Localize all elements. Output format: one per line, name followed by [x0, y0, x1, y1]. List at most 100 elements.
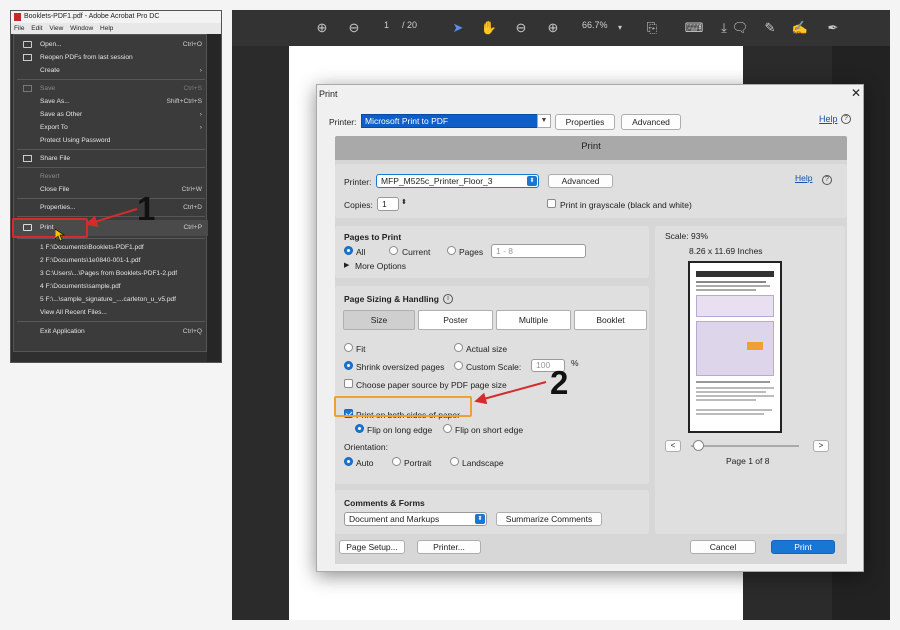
- print-dialog: Print ✕ Printer: Microsoft Print to PDF …: [316, 84, 864, 572]
- orientation-portrait-radio[interactable]: [392, 457, 401, 466]
- menu-item-shortcut: Ctrl+Q: [182, 328, 202, 335]
- chevron-down-icon[interactable]: ▼: [537, 114, 551, 128]
- printer-button[interactable]: Printer...: [417, 540, 481, 554]
- menu-item-create[interactable]: Create ›: [14, 64, 208, 77]
- paper-source-checkbox[interactable]: [344, 379, 353, 388]
- tab-booklet[interactable]: Booklet: [574, 310, 647, 330]
- inner-help-link[interactable]: Help: [795, 173, 812, 183]
- menu-help[interactable]: Help: [100, 25, 113, 32]
- menu-divider: [17, 321, 205, 322]
- actual-size-radio[interactable]: [454, 343, 463, 352]
- pages-radio[interactable]: [447, 246, 456, 255]
- draw-icon[interactable]: ✍: [790, 18, 810, 38]
- recent-file-3[interactable]: 3 C:\Users\...\Pages from Booklets-PDF1-…: [14, 267, 208, 280]
- highlight-pen-icon[interactable]: ✎: [760, 18, 780, 38]
- flip-long-edge-radio[interactable]: [355, 424, 364, 433]
- stepper-icon[interactable]: ⬍: [401, 198, 407, 206]
- keyboard-icon[interactable]: ⌨: [684, 18, 704, 38]
- cancel-button[interactable]: Cancel: [690, 540, 756, 554]
- copies-input[interactable]: 1: [377, 197, 399, 211]
- menu-item-export-to[interactable]: Export To ›: [14, 121, 208, 134]
- next-page-button[interactable]: >: [813, 440, 829, 452]
- inner-help-icon[interactable]: ?: [822, 175, 832, 185]
- inner-advanced-button[interactable]: Advanced: [548, 174, 613, 188]
- recent-file-2[interactable]: 2 F:\Documents\1e0840-001-1.pdf: [14, 254, 208, 267]
- select-cursor-icon[interactable]: ➤: [450, 18, 466, 38]
- inner-printer-select[interactable]: MFP_M525c_Printer_Floor_3 ⬍: [376, 174, 539, 188]
- menu-item-protect[interactable]: Protect Using Password: [14, 134, 208, 147]
- info-icon[interactable]: i: [443, 294, 453, 304]
- help-link[interactable]: Help: [819, 114, 838, 124]
- menu-item-reopen[interactable]: Reopen PDFs from last session: [14, 51, 208, 64]
- menu-item-save-as-other[interactable]: Save as Other ›: [14, 108, 208, 121]
- properties-button[interactable]: Properties: [555, 114, 615, 130]
- page-slider-track[interactable]: [691, 445, 799, 447]
- menu-item-label: Share File: [40, 155, 71, 162]
- zoom-in-icon[interactable]: ⊕: [544, 18, 562, 38]
- current-page-radio[interactable]: [389, 246, 398, 255]
- current-label: Current: [402, 247, 431, 257]
- prev-page-button[interactable]: <: [665, 440, 681, 452]
- shrink-radio[interactable]: [344, 361, 353, 370]
- close-icon[interactable]: ✕: [849, 86, 863, 100]
- comments-select[interactable]: Document and Markups ⬍: [344, 512, 487, 526]
- menu-item-save[interactable]: Save Ctrl+S: [14, 82, 208, 95]
- expand-triangle-icon[interactable]: ▶: [344, 261, 349, 269]
- menu-item-view-all-recent[interactable]: View All Recent Files...: [14, 306, 208, 319]
- comment-icon[interactable]: 🗨: [730, 18, 750, 38]
- custom-scale-radio[interactable]: [454, 361, 463, 370]
- sign-icon[interactable]: ✒: [822, 18, 844, 38]
- menu-file[interactable]: File: [14, 25, 24, 32]
- page-fit-icon[interactable]: ⎘: [642, 18, 662, 38]
- zoom-dropdown-icon[interactable]: ▾: [614, 18, 626, 38]
- page-range-input[interactable]: 1 - 8: [491, 244, 586, 258]
- menu-item-share-file[interactable]: Share File: [14, 152, 208, 165]
- fit-radio[interactable]: [344, 343, 353, 352]
- submenu-arrow-icon: ›: [199, 111, 202, 118]
- flip-long-label: Flip on long edge: [367, 425, 433, 435]
- all-pages-radio[interactable]: [344, 246, 353, 255]
- menu-view[interactable]: View: [49, 25, 63, 32]
- orientation-landscape-radio[interactable]: [450, 457, 459, 466]
- fit-label: Fit: [356, 344, 366, 354]
- page-preview-thumbnail: [688, 261, 782, 433]
- tab-poster[interactable]: Poster: [418, 310, 493, 330]
- tab-multiple[interactable]: Multiple: [496, 310, 571, 330]
- flip-short-edge-radio[interactable]: [443, 424, 452, 433]
- page-slider-handle[interactable]: [693, 440, 704, 451]
- page-number-input[interactable]: 1: [384, 20, 389, 30]
- window-title: Booklets-PDF1.pdf - Adobe Acrobat Pro DC: [24, 13, 160, 20]
- recent-file-4[interactable]: 4 F:\Documents\sample.pdf: [14, 280, 208, 293]
- printer-select[interactable]: Microsoft Print to PDF: [361, 114, 551, 128]
- help-icon[interactable]: ?: [841, 114, 851, 124]
- menu-edit[interactable]: Edit: [31, 25, 42, 32]
- menu-item-save-as[interactable]: Save As... Shift+Ctrl+S: [14, 95, 208, 108]
- shrink-label: Shrink oversized pages: [356, 362, 445, 372]
- hand-tool-icon[interactable]: ✋: [480, 18, 498, 38]
- inner-printer-value: MFP_M525c_Printer_Floor_3: [381, 176, 493, 186]
- zoom-level[interactable]: 66.7%: [582, 20, 608, 30]
- menu-window[interactable]: Window: [70, 25, 93, 32]
- print-button[interactable]: Print: [771, 540, 835, 554]
- orientation-auto-radio[interactable]: [344, 457, 353, 466]
- preview-text-line: [696, 289, 756, 291]
- page-down-icon[interactable]: ⊖: [344, 18, 364, 38]
- menu-item-revert[interactable]: Revert: [14, 170, 208, 183]
- menu-item-label: Save As...: [40, 98, 70, 105]
- menu-item-open[interactable]: Open... Ctrl+O: [14, 38, 208, 51]
- menu-item-label: 2 F:\Documents\1e0840-001-1.pdf: [40, 257, 141, 264]
- zoom-out-icon[interactable]: ⊖: [512, 18, 530, 38]
- preview-arrow-shape: [747, 342, 763, 350]
- summarize-comments-button[interactable]: Summarize Comments: [496, 512, 602, 526]
- page-setup-button[interactable]: Page Setup...: [339, 540, 405, 554]
- grayscale-checkbox[interactable]: [547, 199, 556, 208]
- menu-item-exit[interactable]: Exit Application Ctrl+Q: [14, 325, 208, 338]
- tab-size[interactable]: Size: [343, 310, 415, 330]
- auto-label: Auto: [356, 458, 374, 468]
- page-up-icon[interactable]: ⊕: [312, 18, 332, 38]
- advanced-button[interactable]: Advanced: [621, 114, 681, 130]
- recent-file-5[interactable]: 5 F:\...\sample_signature_....carleton_u…: [14, 293, 208, 306]
- custom-scale-label: Custom Scale:: [466, 362, 522, 372]
- menu-item-shortcut: Ctrl+O: [182, 41, 202, 48]
- more-options-link[interactable]: More Options: [355, 261, 406, 271]
